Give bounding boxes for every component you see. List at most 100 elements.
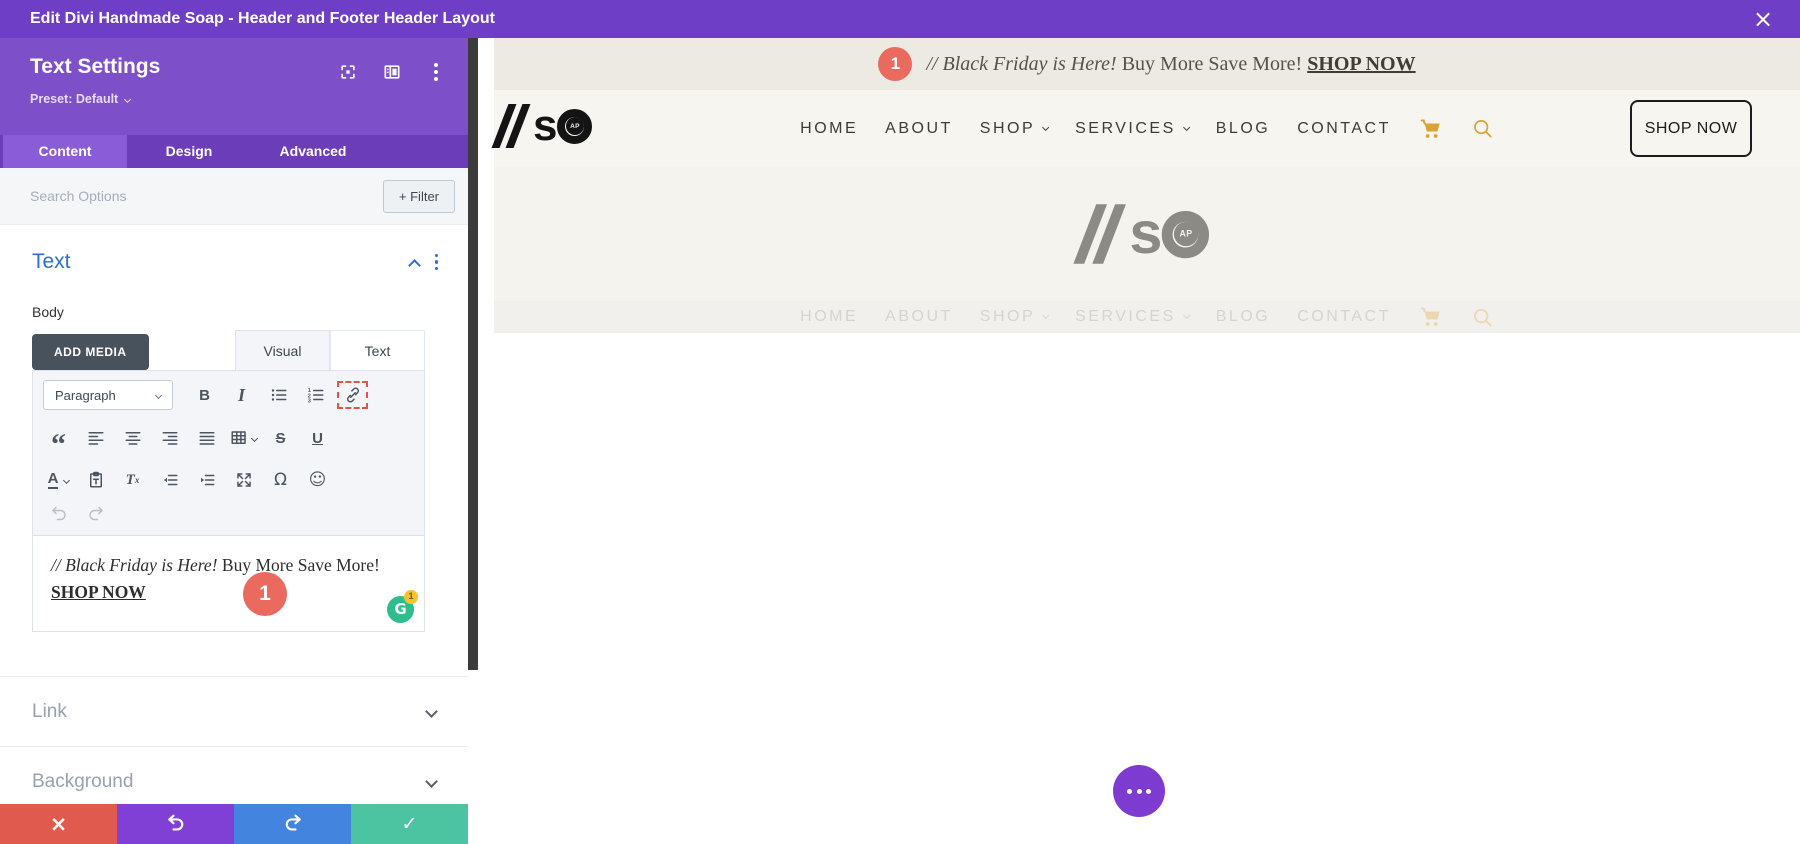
emoticon-button[interactable]: ☺: [302, 466, 333, 494]
clear-format-glyph: T: [125, 471, 135, 488]
outdent-button[interactable]: [154, 466, 185, 494]
redo-button[interactable]: [80, 501, 111, 529]
insert-link-button[interactable]: [337, 381, 368, 409]
logo-ap-text: AP: [1179, 229, 1193, 239]
discard-button[interactable]: ×: [0, 804, 117, 844]
cart-icon[interactable]: [1418, 305, 1444, 329]
fullscreen-button[interactable]: [228, 466, 259, 494]
promo-italic-text: // Black Friday is Here!: [926, 52, 1117, 75]
italic-button[interactable]: I: [226, 381, 257, 409]
logo-ap-text: AP: [570, 122, 580, 130]
wysiwyg-editor: Paragraph B I 123 “ S U A T x Ω ☺ // Bla…: [32, 370, 425, 632]
logo-ap-circle: AP: [1173, 221, 1198, 247]
paragraph-style-value: Paragraph: [55, 387, 116, 403]
hero-section: s AP: [494, 167, 1800, 301]
builder-titlebar: Edit Divi Handmade Soap - Header and Foo…: [0, 0, 1800, 38]
add-media-button[interactable]: ADD MEDIA: [32, 334, 149, 370]
nav-label: SERVICES: [1075, 308, 1176, 325]
tab-design[interactable]: Design: [127, 135, 251, 168]
nav-item-shop[interactable]: SHOP: [979, 308, 1050, 326]
settings-tabs: Content Design Advanced: [0, 135, 468, 168]
special-character-button[interactable]: Ω: [265, 466, 296, 494]
nav-item-contact[interactable]: CONTACT: [1297, 308, 1391, 326]
nav-item-blog[interactable]: BLOG: [1216, 308, 1270, 326]
modal-scrollbar-thumb[interactable]: [468, 38, 478, 670]
align-left-button[interactable]: [80, 424, 111, 452]
section-link[interactable]: Link: [0, 676, 468, 746]
preset-label: Preset: Default: [30, 92, 119, 106]
editor-italic-text: // Black Friday is Here!: [51, 555, 218, 575]
cart-icon[interactable]: [1418, 117, 1444, 141]
nav-label: BLOG: [1215, 119, 1271, 137]
undo-changes-button[interactable]: [117, 804, 234, 844]
nav-item-about[interactable]: ABOUT: [885, 308, 953, 326]
grammarly-count-badge: 1: [404, 590, 418, 604]
search-options-input[interactable]: [30, 188, 383, 204]
header-shop-now-button[interactable]: SHOP NOW: [1630, 100, 1752, 157]
strikethrough-button[interactable]: S: [265, 424, 296, 452]
filter-button[interactable]: + Filter: [382, 179, 455, 213]
hero-logo[interactable]: s AP: [1073, 200, 1210, 267]
nav-label: SHOP: [979, 308, 1036, 325]
modal-menu-icon[interactable]: [426, 62, 446, 82]
align-center-button[interactable]: [117, 424, 148, 452]
numbered-list-button[interactable]: 123: [300, 381, 331, 409]
nav-label: ABOUT: [885, 308, 953, 325]
redo-changes-button[interactable]: [234, 804, 351, 844]
chevron-down-icon: [250, 434, 259, 442]
collapse-section-icon[interactable]: [407, 258, 421, 272]
tab-advanced[interactable]: Advanced: [251, 135, 375, 168]
nav-item-home[interactable]: HOME: [800, 120, 858, 138]
search-icon[interactable]: [1471, 306, 1494, 329]
tab-content[interactable]: Content: [3, 135, 127, 168]
promo-shop-now-link[interactable]: SHOP NOW: [1307, 53, 1415, 75]
grammarly-widget[interactable]: G 1: [387, 590, 418, 623]
close-icon[interactable]: ×: [1746, 0, 1780, 38]
undo-button[interactable]: [43, 501, 74, 529]
preset-selector[interactable]: Preset: Default: [30, 92, 132, 106]
nav-label: CONTACT: [1297, 308, 1391, 325]
chevron-down-icon: [154, 391, 163, 399]
page-settings-fab[interactable]: [1113, 765, 1165, 817]
paragraph-style-select[interactable]: Paragraph: [43, 380, 173, 410]
modal-header: Text Settings Preset: Default: [0, 38, 468, 135]
bullet-list-button[interactable]: [263, 381, 294, 409]
justify-button[interactable]: [191, 424, 222, 452]
paste-as-text-button[interactable]: [80, 466, 111, 494]
clear-formatting-button[interactable]: Tx: [117, 466, 148, 494]
bold-button[interactable]: B: [189, 381, 220, 409]
main-nav: HOME ABOUT SHOP SERVICES BLOG CONTACT: [800, 90, 1494, 167]
chevron-down-icon: [63, 476, 71, 484]
nav-item-shop[interactable]: SHOP: [980, 120, 1050, 138]
nav-item-about[interactable]: ABOUT: [885, 120, 953, 138]
editor-shop-now-link: SHOP NOW: [51, 582, 146, 603]
nav-item-contact[interactable]: CONTACT: [1297, 120, 1391, 138]
section-menu-icon[interactable]: [434, 253, 438, 271]
nav-item-blog[interactable]: BLOG: [1216, 120, 1270, 138]
promo-text: // Black Friday is Here! Buy More Save M…: [926, 53, 1415, 76]
underline-button[interactable]: U: [302, 424, 333, 452]
expand-modal-icon[interactable]: [338, 62, 358, 82]
logo-s: s: [1129, 200, 1162, 267]
text-color-button[interactable]: A: [43, 466, 74, 494]
editor-tab-visual[interactable]: Visual: [235, 330, 330, 370]
modal-action-bar: × ✓: [0, 804, 468, 844]
nav-item-services[interactable]: SERVICES: [1075, 120, 1190, 138]
clear-format-sub: x: [134, 475, 140, 485]
section-background-label: Background: [32, 770, 134, 792]
site-logo[interactable]: s AP: [491, 104, 593, 148]
indent-button[interactable]: [191, 466, 222, 494]
dock-modal-icon[interactable]: [382, 62, 402, 82]
search-icon[interactable]: [1471, 117, 1494, 140]
table-button[interactable]: [228, 424, 259, 452]
chevron-down-icon: [1182, 123, 1190, 131]
editor-tab-text[interactable]: Text: [330, 330, 425, 370]
annotation-badge-1: 1: [243, 572, 287, 616]
nav-item-home[interactable]: HOME: [800, 308, 858, 326]
nav-label: HOME: [800, 308, 859, 325]
nav-item-services[interactable]: SERVICES: [1075, 308, 1190, 326]
blockquote-button[interactable]: “: [43, 430, 74, 460]
editor-content-area[interactable]: // Black Friday is Here! Buy More Save M…: [33, 535, 424, 631]
save-button[interactable]: ✓: [351, 804, 468, 844]
align-right-button[interactable]: [154, 424, 185, 452]
